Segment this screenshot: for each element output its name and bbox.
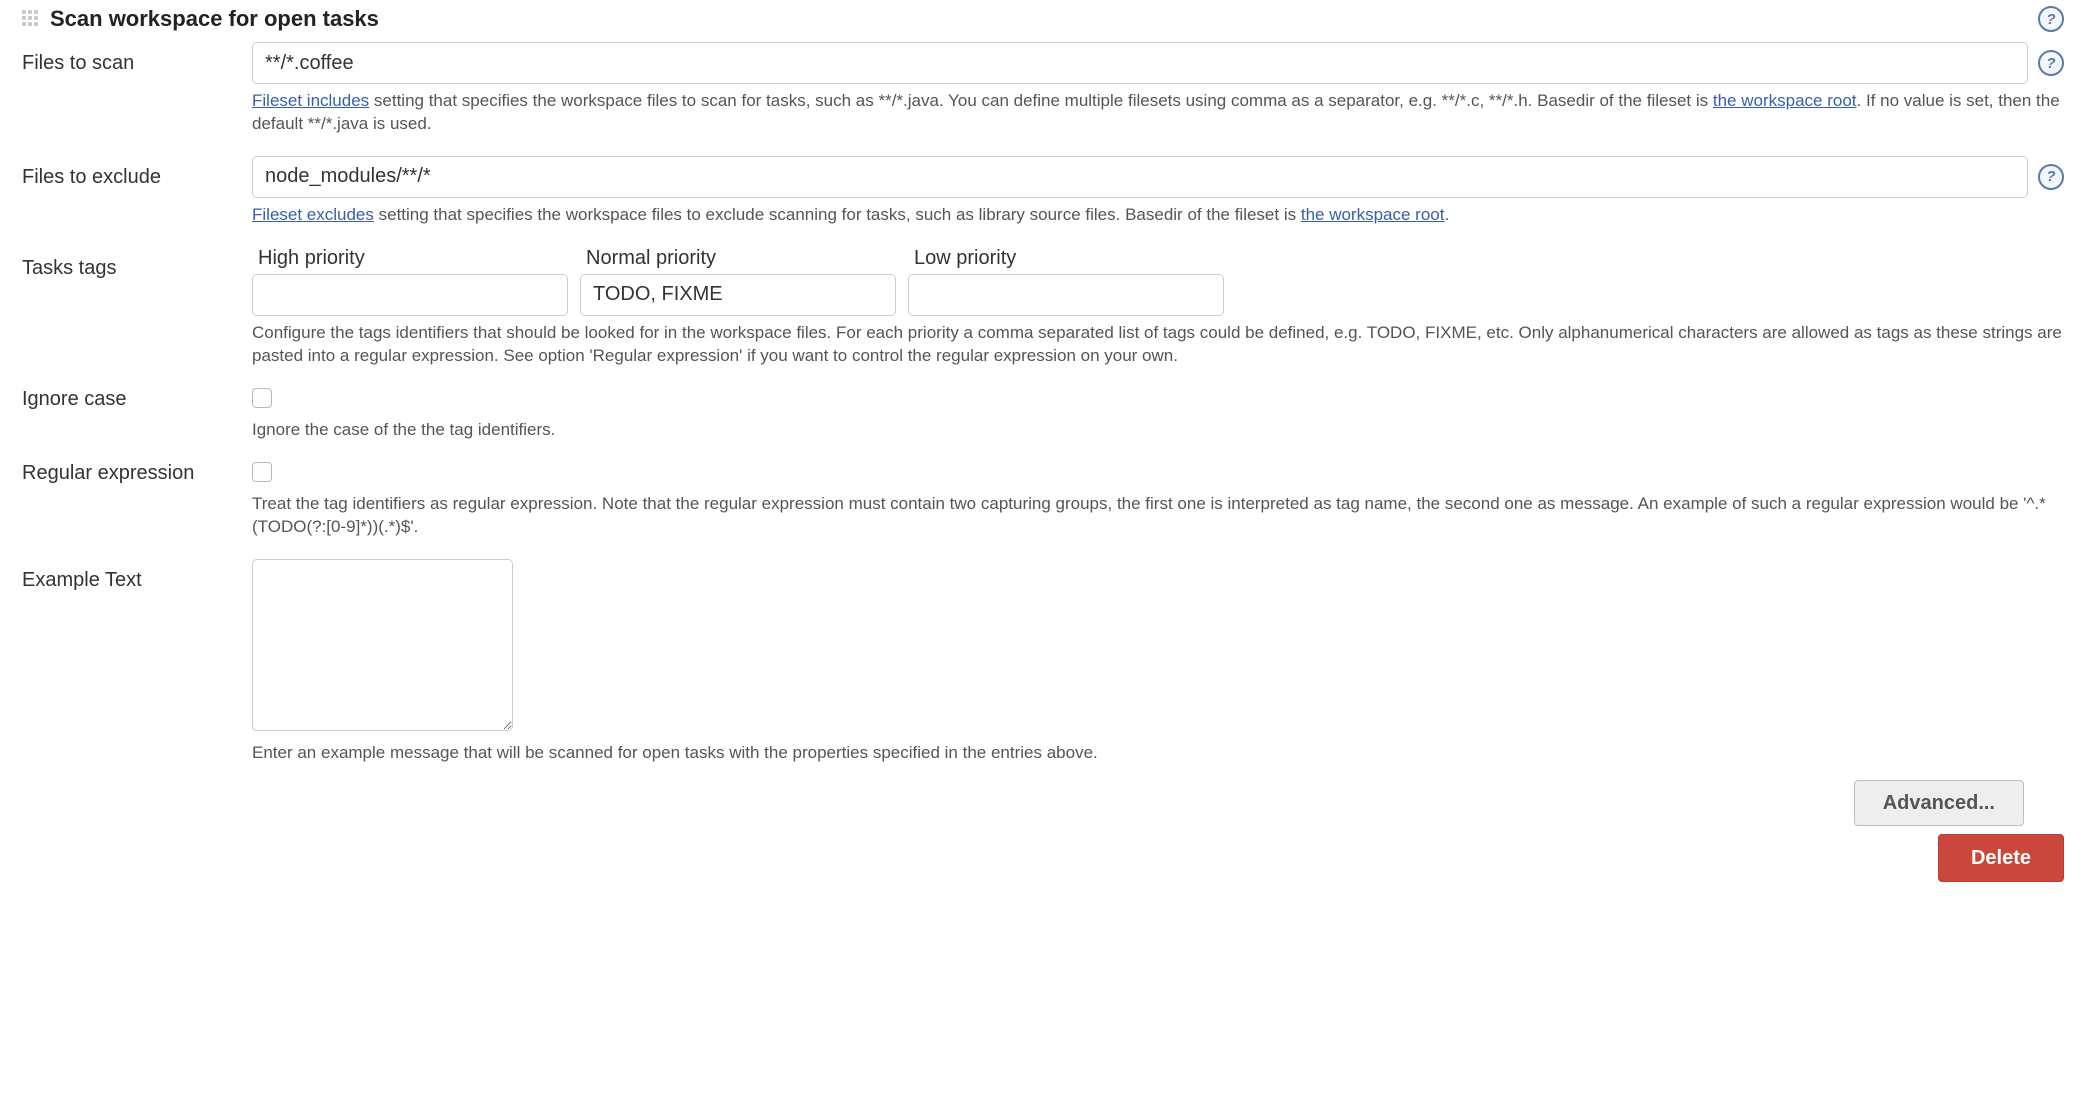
example-text-label: Example Text [22,559,252,592]
workspace-root-link[interactable]: the workspace root [1713,91,1857,110]
regular-expression-label: Regular expression [22,462,252,485]
tasks-tags-description: Configure the tags identifiers that shou… [252,322,2064,368]
normal-priority-label: Normal priority [586,247,896,270]
high-priority-label: High priority [258,247,568,270]
ignore-case-checkbox[interactable] [252,388,272,408]
files-to-scan-description: Fileset includes setting that specifies … [252,90,2064,136]
files-to-exclude-description: Fileset excludes setting that specifies … [252,204,2064,227]
low-priority-input[interactable] [908,274,1224,316]
example-text-description: Enter an example message that will be sc… [252,742,2064,765]
files-to-scan-input[interactable] [252,42,2028,84]
fileset-includes-link[interactable]: Fileset includes [252,91,369,110]
help-icon[interactable]: ? [2038,164,2064,190]
delete-button[interactable]: Delete [1938,834,2064,882]
normal-priority-input[interactable] [580,274,896,316]
fileset-excludes-link[interactable]: Fileset excludes [252,205,374,224]
ignore-case-label: Ignore case [22,388,252,411]
help-icon[interactable]: ? [2038,6,2064,32]
workspace-root-link[interactable]: the workspace root [1301,205,1445,224]
section-title: Scan workspace for open tasks [50,6,379,32]
files-to-exclude-label: Files to exclude [22,156,252,189]
drag-handle-icon[interactable] [22,10,40,28]
regular-expression-description: Treat the tag identifiers as regular exp… [252,493,2064,539]
example-text-input[interactable] [252,559,513,731]
help-icon[interactable]: ? [2038,50,2064,76]
ignore-case-description: Ignore the case of the the tag identifie… [252,419,2064,442]
regular-expression-checkbox[interactable] [252,462,272,482]
high-priority-input[interactable] [252,274,568,316]
files-to-scan-label: Files to scan [22,42,252,75]
files-to-exclude-input[interactable] [252,156,2028,198]
tasks-tags-label: Tasks tags [22,247,252,280]
advanced-button[interactable]: Advanced... [1854,780,2024,826]
low-priority-label: Low priority [914,247,1224,270]
